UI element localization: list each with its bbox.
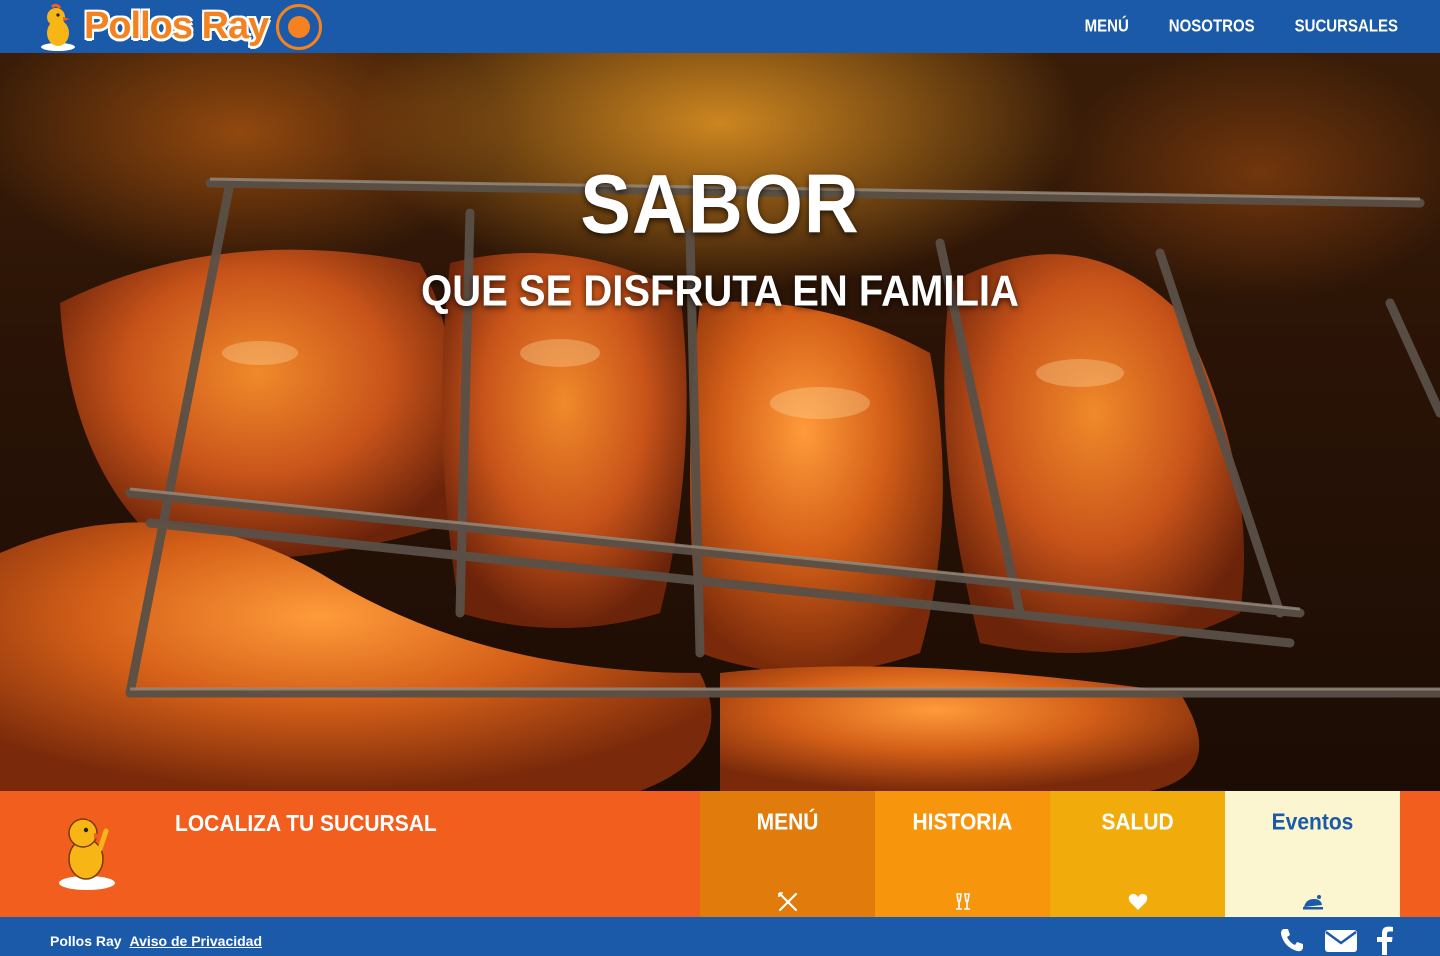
champagne-glasses-icon bbox=[956, 893, 970, 910]
tile-salud-label: SALUD bbox=[1101, 809, 1174, 836]
hero-banner: SABOR QUE SE DISFRUTA EN FAMILIA bbox=[0, 53, 1440, 791]
nav-item-menu[interactable]: MENÚ bbox=[1085, 17, 1129, 37]
nav-item-sucursales[interactable]: SUCURSALES bbox=[1295, 17, 1398, 37]
tile-salud[interactable]: SALUD bbox=[1050, 791, 1225, 917]
tile-localiza-label: LOCALIZA TU SUCURSAL bbox=[175, 811, 437, 837]
site-header: Pollos Ray MENÚ NOSOTROS SUCURSALES bbox=[0, 0, 1440, 53]
tile-localiza-sucursal[interactable]: LOCALIZA TU SUCURSAL bbox=[0, 791, 700, 917]
heart-icon bbox=[1128, 893, 1148, 910]
tile-menu-label: MENÚ bbox=[756, 809, 819, 836]
site-footer: Pollos Ray Aviso de Privacidad bbox=[0, 917, 1440, 956]
envelope-icon[interactable] bbox=[1324, 927, 1358, 956]
anniversary-seal-icon bbox=[276, 3, 323, 50]
tile-menu[interactable]: MENÚ bbox=[700, 791, 875, 917]
privacy-link[interactable]: Aviso de Privacidad bbox=[129, 933, 262, 949]
facebook-icon[interactable] bbox=[1376, 925, 1394, 956]
chicken-mascot-icon bbox=[41, 3, 75, 51]
feature-tiles: LOCALIZA TU SUCURSAL MENÚ HISTORIA SALUD… bbox=[0, 791, 1440, 917]
phone-icon[interactable] bbox=[1278, 926, 1306, 956]
chicken-mascot-icon bbox=[59, 813, 115, 890]
brand-name: Pollos Ray bbox=[84, 5, 269, 47]
tile-historia-label: HISTORIA bbox=[912, 809, 1013, 836]
nav-item-nosotros[interactable]: NOSOTROS bbox=[1169, 17, 1255, 37]
tile-eventos[interactable]: Eventos bbox=[1225, 791, 1400, 917]
tile-historia[interactable]: HISTORIA bbox=[875, 791, 1050, 917]
tile-spacer bbox=[1400, 791, 1440, 917]
tile-eventos-label: Eventos bbox=[1271, 809, 1354, 836]
roast-chicken-icon bbox=[1303, 895, 1323, 910]
hero-subtitle: QUE SE DISFRUTA EN FAMILIA bbox=[421, 266, 1019, 316]
main-nav: MENÚ NOSOTROS SUCURSALES bbox=[1065, 17, 1418, 37]
hero-title: SABOR bbox=[580, 157, 860, 252]
fork-knife-icon bbox=[778, 892, 798, 912]
footer-contact-icons bbox=[1260, 925, 1394, 956]
logo[interactable]: Pollos Ray bbox=[38, 0, 323, 53]
footer-brand: Pollos Ray bbox=[50, 933, 122, 949]
footer-text: Pollos Ray Aviso de Privacidad bbox=[50, 933, 262, 949]
